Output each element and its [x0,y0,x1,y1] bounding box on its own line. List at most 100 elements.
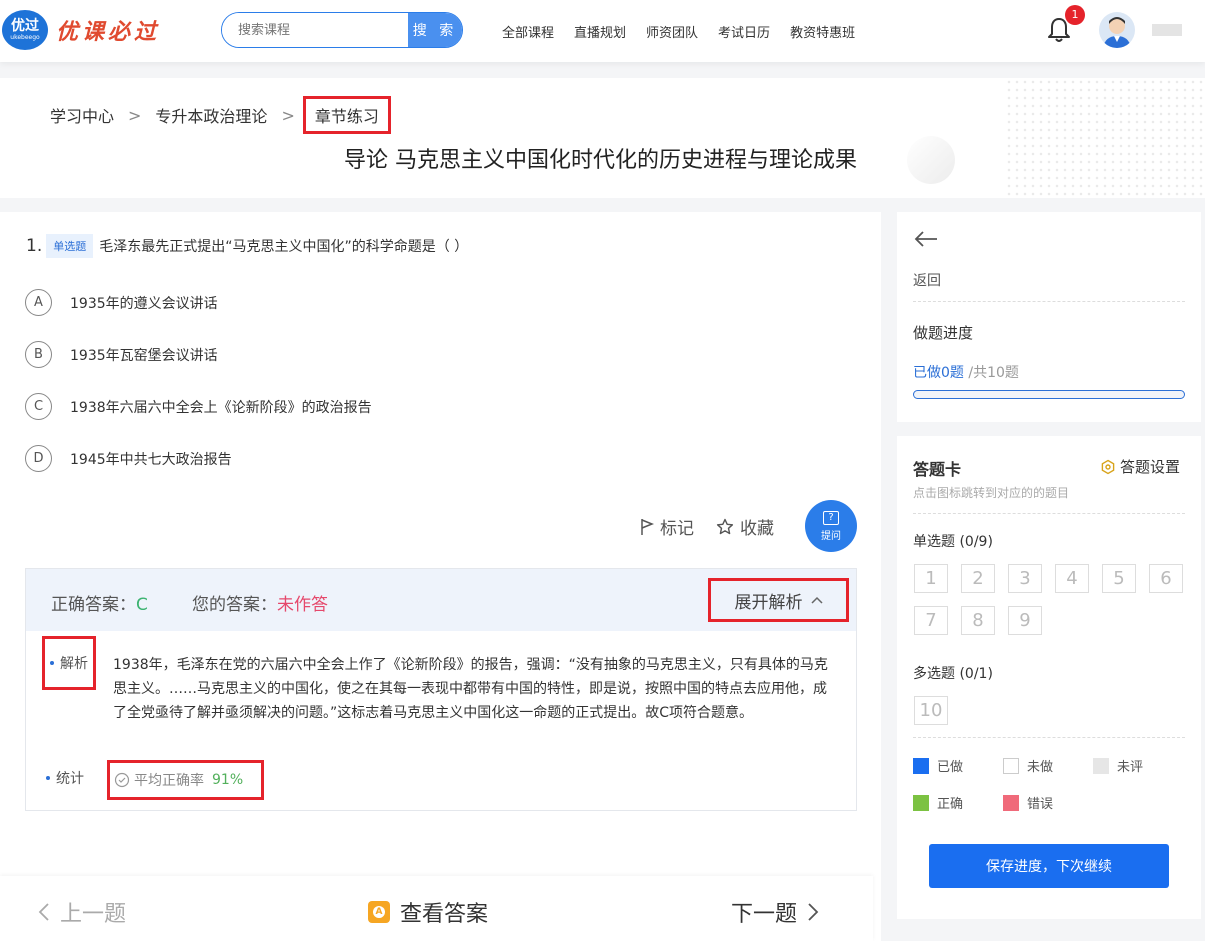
legend-swatch-correct [913,794,929,811]
answer-card-hint: 点击图标跳转到对应的的题目 [913,486,1070,500]
question-number: 1. [26,236,43,256]
single-choice-title: 单选题 (0/9) [913,534,993,550]
chapter-banner: 学习中心 > 专升本政治理论 > 章节练习 导论 马克思主义中国化时代化的历史进… [0,78,1205,198]
progress-count: 已做0题 /共10题 [913,362,1019,382]
divider [913,737,1185,738]
option-c[interactable]: C 1938年六届六中全会上《论新阶段》的政治报告 [25,393,372,420]
bullet-dot [46,776,50,780]
avatar[interactable] [1099,12,1135,48]
correct-answer: 正确答案：C [51,590,148,615]
favorite-label: 收藏 [740,519,774,539]
stats-label: 统计 [56,771,84,787]
progress-panel: 返回 做题进度 已做0题 /共10题 [897,212,1201,422]
bullet-dot [50,661,54,665]
flag-icon [641,518,654,535]
ask-label: 提问 [821,530,841,542]
question-nav-7[interactable]: 7 [914,606,948,635]
progress-total: /共10题 [968,365,1019,381]
breadcrumb-separator: > [128,105,142,125]
question-card: 1. 单选题 毛泽东最先正式提出“马克思主义中国化”的科学命题是（ ） A 19… [0,212,881,941]
your-answer-value: 未作答 [277,595,328,615]
question-nav-10[interactable]: 10 [914,696,948,725]
page-title: 导论 马克思主义中国化时代化的历史进程与理论成果 [344,148,857,173]
legend-correct: 正确 [913,793,1003,812]
legend-done: 已做 [913,756,1003,775]
star-icon [716,518,734,534]
average-accuracy: 平均正确率 91% [107,760,264,800]
nav-item-live-plan[interactable]: 直播规划 [574,22,626,41]
question-nav-9[interactable]: 9 [1008,606,1042,635]
top-bar: 优过 ukebeego 优课必过 搜 索 全部课程 直播规划 师资团队 考试日历… [0,0,1205,62]
breadcrumb-current: 章节练习 [302,96,391,134]
banner-decoration-dots [1005,78,1205,198]
back-link[interactable]: 返回 [913,270,941,290]
answer-summary-bar: 正确答案：C 您的答案：未作答 展开解析 [26,569,856,631]
question-nav-5[interactable]: 5 [1102,564,1136,593]
average-accuracy-value: 91% [212,772,244,788]
view-answer-label: 查看答案 [400,902,489,927]
save-progress-button[interactable]: 保存进度，下次继续 [929,844,1169,888]
option-letter: D [25,445,52,472]
bottom-navigation: 上一题 A 查看答案 下一题 [0,876,873,941]
question-nav-4[interactable]: 4 [1055,564,1089,593]
question-icon: ? [823,510,839,525]
favorite-button[interactable]: 收藏 [716,514,774,539]
arrow-left-icon[interactable] [913,230,939,248]
page-title-wrap: 导论 马克思主义中国化时代化的历史进程与理论成果 [0,142,1205,174]
search-button[interactable]: 搜 索 [408,13,462,47]
logo[interactable]: 优过 ukebeego 优课必过 [2,10,160,50]
next-question-button[interactable]: 下一题 [731,896,819,928]
question-header: 1. 单选题 毛泽东最先正式提出“马克思主义中国化”的科学命题是（ ） [26,234,468,258]
option-text: 1935年瓦窑堡会议讲话 [70,347,218,364]
legend-label: 正确 [937,797,964,812]
breadcrumb-learning-center[interactable]: 学习中心 [50,103,114,127]
gear-icon [1101,459,1115,474]
legend-row-2: 正确 错误 [913,793,1093,812]
nav-item-teacher-special[interactable]: 教资特惠班 [790,22,855,41]
nav-item-teachers[interactable]: 师资团队 [646,22,698,41]
option-letter: C [25,393,52,420]
progress-bar [913,390,1185,399]
answer-settings-button[interactable]: 答题设置 [1100,456,1180,477]
legend-swatch-wrong [1003,794,1019,811]
legend-label: 错误 [1027,797,1054,812]
search-input[interactable] [222,13,408,47]
expand-analysis-button[interactable]: 展开解析 [708,578,849,622]
progress-done: 已做0题 [913,365,964,381]
mark-button[interactable]: 标记 [640,514,694,539]
progress-title: 做题进度 [913,324,974,342]
search-bar: 搜 索 [221,12,463,48]
question-nav-8[interactable]: 8 [961,606,995,635]
option-text: 1945年中共七大政治报告 [70,451,232,468]
legend-swatch-unrated [1093,757,1109,774]
view-answer-button[interactable]: A 查看答案 [368,896,488,928]
question-nav-6[interactable]: 6 [1149,564,1183,593]
question-nav-2[interactable]: 2 [961,564,995,593]
user-name-placeholder[interactable] [1152,24,1182,36]
analysis-label-box: 解析 [42,636,96,690]
question-nav-1[interactable]: 1 [914,564,948,593]
option-text: 1938年六届六中全会上《论新阶段》的政治报告 [70,399,372,416]
chevron-up-icon [810,596,823,604]
ask-question-button[interactable]: ? 提问 [805,500,857,552]
breadcrumb-course[interactable]: 专升本政治理论 [155,103,267,127]
your-answer-label: 您的答案： [192,595,277,615]
question-nav-3[interactable]: 3 [1008,564,1042,593]
option-b[interactable]: B 1935年瓦窑堡会议讲话 [25,341,218,368]
divider [913,301,1185,302]
option-a[interactable]: A 1935年的遵义会议讲话 [25,289,218,316]
nav-item-exam-calendar[interactable]: 考试日历 [718,22,770,41]
single-choice-grid: 1 2 3 4 5 6 7 8 9 [914,564,1186,635]
expand-analysis-label: 展开解析 [734,592,803,613]
legend-wrong: 错误 [1003,793,1093,812]
prev-question-button[interactable]: 上一题 [38,896,126,928]
option-d[interactable]: D 1945年中共七大政治报告 [25,445,232,472]
legend-swatch-undone [1003,757,1019,774]
legend-unrated: 未评 [1093,756,1183,775]
check-circle-icon [114,772,130,788]
question-actions: 标记 收藏 [640,514,774,539]
nav-item-all-courses[interactable]: 全部课程 [502,22,554,41]
answer-card-title: 答题卡 [913,460,962,479]
legend-label: 未评 [1117,760,1144,775]
logo-badge: 优过 ukebeego [2,10,48,50]
